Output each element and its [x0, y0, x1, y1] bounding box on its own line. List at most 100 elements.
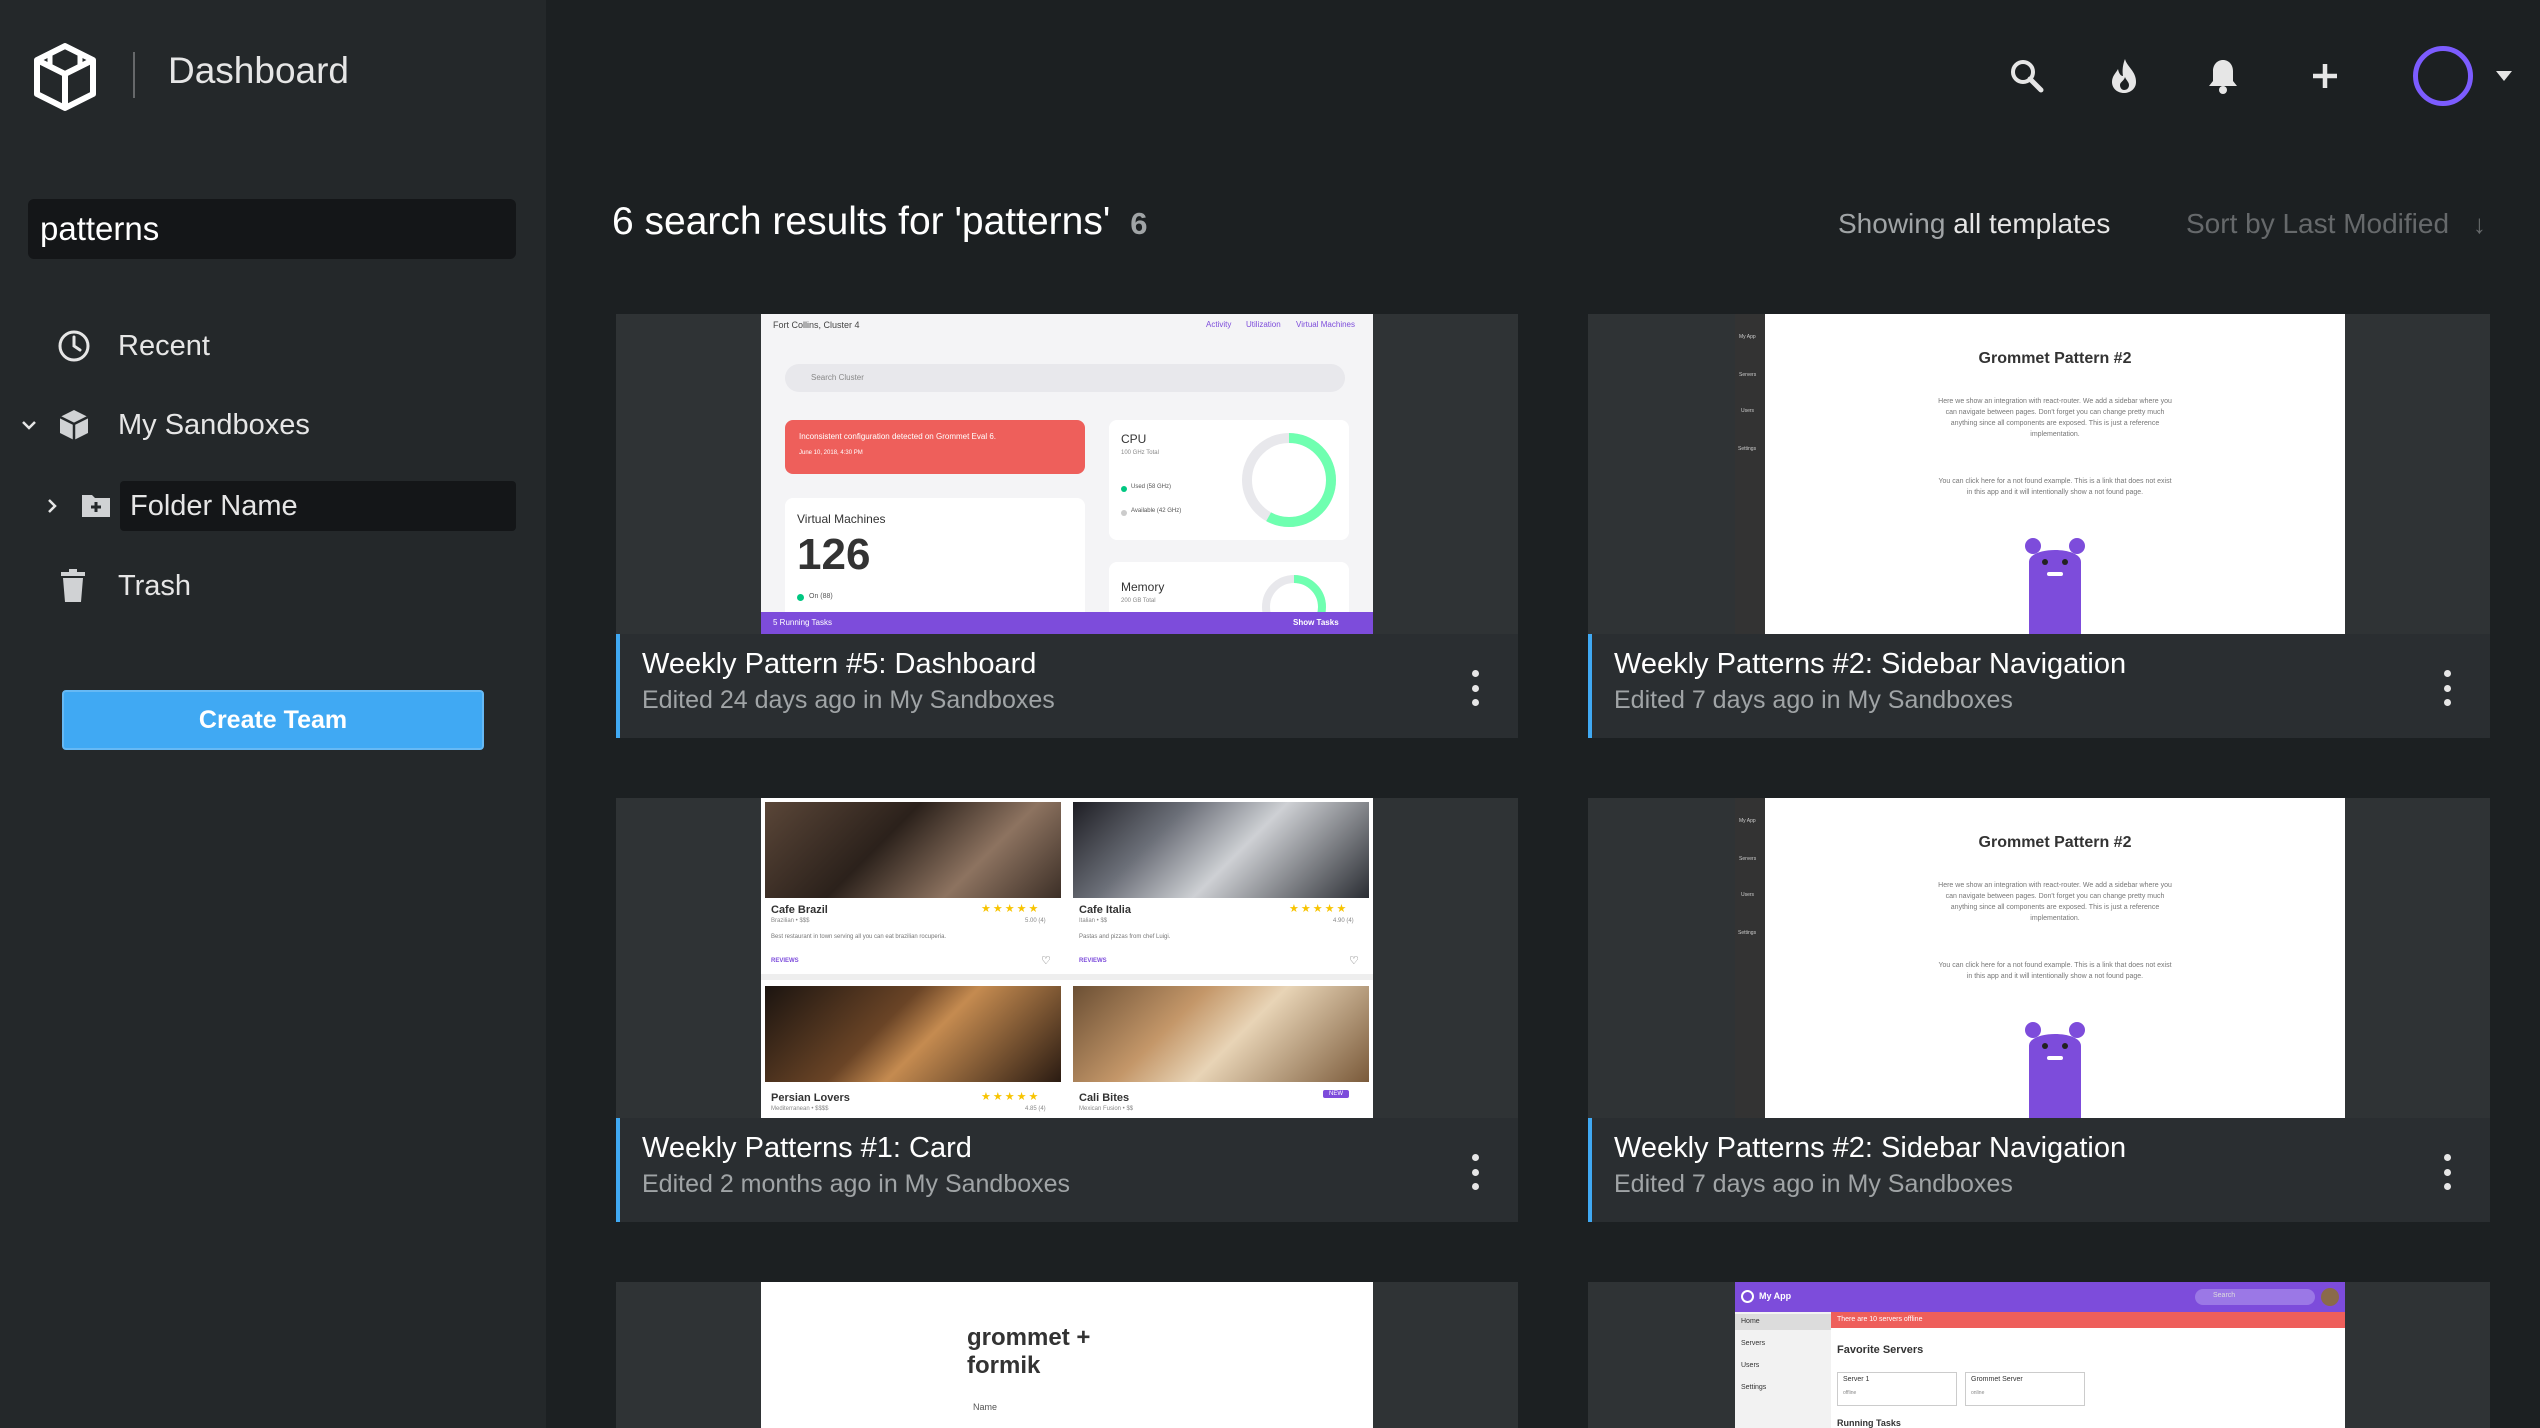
sidebar-item-label: Recent [118, 329, 210, 362]
card-title[interactable]: Weekly Patterns #1: Card [642, 1132, 972, 1165]
search-button[interactable] [2006, 55, 2048, 97]
new-sandbox-button[interactable] [2304, 55, 2346, 97]
codesandbox-logo-icon[interactable] [32, 42, 98, 112]
card-title[interactable]: Weekly Patterns #2: Sidebar Navigation [1614, 1132, 2126, 1165]
sandbox-card[interactable]: Fort Collins, Cluster 4 Activity Utiliza… [616, 314, 1518, 738]
arrow-down-icon[interactable]: ↓ [2473, 209, 2486, 240]
sort-value: Last Modified [2282, 208, 2450, 239]
preview-paragraph: You can click here for a not found examp… [1938, 478, 2172, 496]
card-title[interactable]: Weekly Pattern #5: Dashboard [642, 648, 1036, 681]
notifications-button[interactable] [2202, 55, 2244, 97]
results-title: 6 search results for 'patterns' [612, 200, 1111, 243]
sidebar-nav-preview: My App Servers Users Settings Grommet Pa… [1735, 798, 2345, 1118]
chevron-down-icon[interactable] [18, 414, 40, 436]
results-count: 6 [1130, 206, 1148, 241]
preview-app-name: My App [1759, 1291, 1792, 1301]
search-input[interactable] [40, 210, 504, 248]
chevron-right-icon[interactable] [42, 496, 62, 516]
card-subtitle: Edited 2 months ago in My Sandboxes [642, 1170, 1071, 1198]
status-dot [1121, 510, 1127, 516]
heart-icon: ♡ [1349, 955, 1359, 967]
restaurant-photo [1073, 802, 1369, 898]
sandbox-card[interactable]: grommet + formik Name [616, 1282, 1518, 1428]
restaurant-name: Persian Lovers [771, 1092, 850, 1104]
preview-sidebar [1735, 798, 1765, 1118]
folder-name-label: Folder Name [130, 489, 298, 522]
card-thumbnail[interactable]: Cafe Brazil ★★★★★ Brazilian • $$$ 5.00 (… [616, 798, 1518, 1118]
preview-server-name: Grommet Server [1971, 1376, 2023, 1383]
card-thumbnail[interactable]: My App Servers Users Settings Grommet Pa… [1588, 314, 2490, 634]
preview-nav-item: Settings [1741, 1384, 1767, 1391]
preview-cpu-available: Available (42 GHz) [1131, 508, 1182, 514]
card-info[interactable]: Weekly Pattern #5: Dashboard Edited 24 d… [616, 634, 1518, 738]
restaurant-meta: Mediterranean • $$$$ [771, 1106, 829, 1112]
page-title: Dashboard [168, 50, 350, 91]
preview-side-label: Users [1741, 892, 1755, 898]
preview-heading: Grommet Pattern #2 [1978, 350, 2132, 367]
restaurant-name: Cali Bites [1079, 1092, 1130, 1104]
more-options-icon[interactable] [2442, 670, 2452, 706]
trending-button[interactable] [2103, 55, 2145, 97]
new-badge: NEW [1323, 1090, 1349, 1098]
preview-heading-line: grommet + [967, 1324, 1091, 1351]
status-dot [1121, 486, 1127, 492]
reviews-link: REVIEWS [771, 958, 799, 964]
more-options-icon[interactable] [2442, 1154, 2452, 1190]
preview-vm-count: 126 [797, 530, 871, 579]
more-options-icon[interactable] [1470, 670, 1480, 706]
template-filter[interactable]: Showing all templates [1838, 208, 2110, 240]
preview-divider [761, 974, 1373, 980]
sidebar-item-recent[interactable]: Recent [56, 328, 210, 364]
card-subtitle: Edited 24 days ago in My Sandboxes [642, 686, 1055, 714]
star-rating-icon: ★★★★★ [981, 903, 1041, 915]
card-thumbnail[interactable]: grommet + formik Name [616, 1282, 1518, 1428]
sandbox-card[interactable]: Cafe Brazil ★★★★★ Brazilian • $$$ 5.00 (… [616, 798, 1518, 1222]
results-heading: 6 search results for 'patterns' 6 [612, 200, 1148, 244]
preview-footer-left: 5 Running Tasks [773, 618, 832, 627]
star-rating-icon: ★★★★★ [1289, 903, 1349, 915]
more-options-icon[interactable] [1470, 1154, 1480, 1190]
filter-prefix: Showing [1838, 208, 1946, 239]
card-info[interactable]: Weekly Patterns #1: Card Edited 2 months… [616, 1118, 1518, 1222]
sidebar-item-trash[interactable]: Trash [58, 568, 191, 604]
folder-name-input[interactable]: Folder Name [120, 481, 516, 531]
sidebar-search[interactable] [28, 199, 516, 259]
preview-running-title: Running Tasks [1837, 1418, 1901, 1428]
logo-divider [133, 52, 135, 98]
preview-location: Fort Collins, Cluster 4 [773, 320, 860, 330]
reviews-link: REVIEWS [1079, 958, 1107, 964]
preview-server-status: offline [1843, 1390, 1857, 1396]
restaurant-rating: 4.90 (4) [1333, 918, 1354, 924]
preview-side-label: Servers [1739, 856, 1757, 862]
restaurant-name: Cafe Brazil [771, 904, 828, 916]
bear-mascot-icon [2025, 1022, 2085, 1118]
preview-field-label: Name [973, 1402, 998, 1412]
card-info[interactable]: Weekly Patterns #2: Sidebar Navigation E… [1588, 1118, 2490, 1222]
preview-sidebar [1735, 314, 1765, 634]
preview-heading: Grommet Pattern #2 [1978, 834, 2132, 851]
sandbox-card[interactable]: My App Servers Users Settings Grommet Pa… [1588, 314, 2490, 738]
plus-icon [2313, 64, 2337, 88]
flame-icon [2112, 59, 2136, 93]
avatar[interactable] [2413, 46, 2473, 106]
card-title[interactable]: Weekly Patterns #2: Sidebar Navigation [1614, 648, 2126, 681]
sandbox-card[interactable]: My App Search Home Servers Users Setting… [1588, 1282, 2490, 1428]
my-app-preview: My App Search Home Servers Users Setting… [1735, 1282, 2345, 1428]
card-thumbnail[interactable]: Fort Collins, Cluster 4 Activity Utiliza… [616, 314, 1518, 634]
create-team-button[interactable]: Create Team [62, 690, 484, 750]
card-thumbnail[interactable]: My App Servers Users Settings Grommet Pa… [1588, 798, 2490, 1118]
sandbox-card[interactable]: My App Servers Users Settings Grommet Pa… [1588, 798, 2490, 1222]
caret-down-icon[interactable] [2496, 71, 2512, 81]
sidebar-item-my-sandboxes[interactable]: My Sandboxes [18, 407, 310, 443]
app-logo-icon [1741, 1290, 1754, 1303]
preview-nav-item: Servers [1741, 1340, 1766, 1347]
sort-control[interactable]: Sort by Last Modified ↓ [2186, 208, 2486, 240]
cpu-ring-chart [1242, 433, 1336, 527]
bell-icon [2209, 60, 2237, 94]
status-dot [797, 594, 804, 601]
card-thumbnail[interactable]: My App Search Home Servers Users Setting… [1588, 1282, 2490, 1428]
sidebar-item-label: My Sandboxes [118, 408, 310, 441]
card-info[interactable]: Weekly Patterns #2: Sidebar Navigation E… [1588, 634, 2490, 738]
card-subtitle: Edited 7 days ago in My Sandboxes [1614, 686, 2013, 714]
box-icon [59, 410, 89, 440]
